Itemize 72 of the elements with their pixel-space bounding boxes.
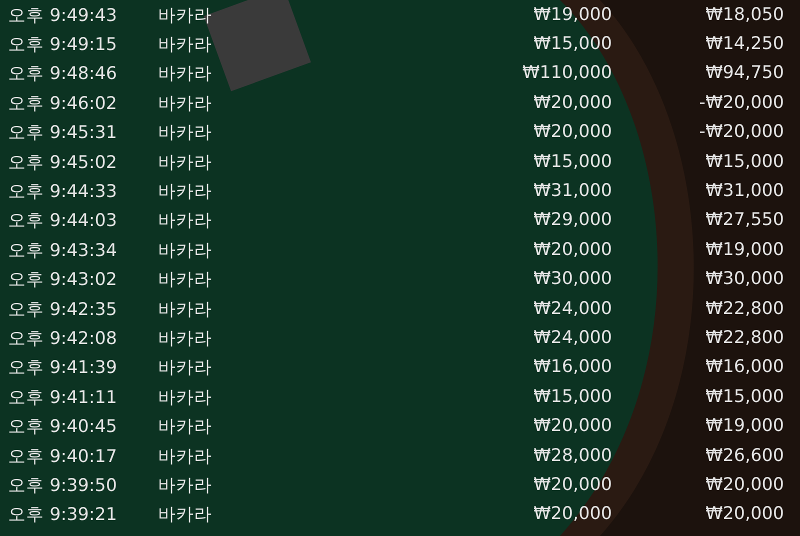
game-name-text: 바카라 <box>158 34 213 56</box>
payout-amount-text: ₩15,000 <box>704 386 784 407</box>
bet-amount-text: ₩20,000 <box>532 240 612 260</box>
game-name-text: 바카라 <box>158 298 213 321</box>
bet-amount-text: ₩30,000 <box>532 269 612 290</box>
game-name-text: 바카라 <box>158 240 213 262</box>
bet-amount-text: ₩20,000 <box>532 92 612 113</box>
payout-amount-text: ₩19,000 <box>704 240 784 260</box>
game-name-text: 바카라 <box>158 122 213 144</box>
bet-amount-text: ₩20,000 <box>532 474 612 495</box>
bet-amount-text: ₩28,000 <box>532 446 612 466</box>
time-text: 오후 9:43:02 <box>8 269 118 292</box>
game-name-text: 바카라 <box>158 386 213 409</box>
payout-amount-text: ₩16,000 <box>704 357 784 378</box>
time-text: 오후 9:49:43 <box>8 4 118 27</box>
payout-amount-text: ₩19,000 <box>704 416 784 436</box>
time-text: 오후 9:44:03 <box>8 210 118 232</box>
time-text: 오후 9:49:15 <box>8 34 118 56</box>
payout-amount-text: ₩31,000 <box>704 181 784 202</box>
payout-amount-text: ₩14,250 <box>704 34 784 54</box>
bet-amount-text: ₩20,000 <box>532 122 612 142</box>
payout-amount-text: ₩30,000 <box>704 269 784 290</box>
time-text: 오후 9:45:02 <box>8 152 118 174</box>
bet-amount-text: ₩29,000 <box>532 210 612 230</box>
game-name-text: 바카라 <box>158 92 213 115</box>
game-name-text: 바카라 <box>158 357 213 380</box>
game-name-text: 바카라 <box>158 416 213 438</box>
game-name-text: 바카라 <box>158 446 213 468</box>
bet-amount-text: ₩19,000 <box>532 4 612 25</box>
time-text: 오후 9:42:08 <box>8 328 118 350</box>
time-text: 오후 9:39:21 <box>8 504 118 526</box>
bet-amount-text: ₩20,000 <box>532 504 612 524</box>
time-text: 오후 9:40:17 <box>8 446 118 468</box>
time-text: 오후 9:42:35 <box>8 298 118 321</box>
time-text: 오후 9:40:45 <box>8 416 118 438</box>
bet-amount-text: ₩15,000 <box>532 34 612 54</box>
payout-amount-text: -₩20,000 <box>698 122 784 142</box>
payout-amount-text: ₩27,550 <box>704 210 784 230</box>
game-name-text: 바카라 <box>158 181 213 204</box>
game-name-text: 바카라 <box>158 152 213 174</box>
time-text: 오후 9:48:46 <box>8 63 118 86</box>
bet-amount-text: ₩15,000 <box>532 386 612 407</box>
game-name-text: 바카라 <box>158 328 213 350</box>
game-name-text: 바카라 <box>158 210 213 232</box>
time-text: 오후 9:44:33 <box>8 181 118 204</box>
payout-amount-text: ₩18,050 <box>704 4 784 25</box>
bet-amount-text: ₩20,000 <box>532 416 612 436</box>
time-text: 오후 9:41:11 <box>8 386 118 409</box>
game-name-text: 바카라 <box>158 504 213 526</box>
time-text: 오후 9:46:02 <box>8 92 118 115</box>
bet-amount-text: ₩16,000 <box>532 357 612 378</box>
bet-amount-text: ₩24,000 <box>532 298 612 319</box>
bet-amount-text: ₩15,000 <box>532 152 612 172</box>
payout-amount-text: ₩20,000 <box>704 504 784 524</box>
payout-amount-text: ₩26,600 <box>704 446 784 466</box>
bet-amount-text: ₩31,000 <box>532 181 612 202</box>
game-name-text: 바카라 <box>158 269 213 292</box>
game-name-text: 바카라 <box>158 63 213 86</box>
bet-amount-text: ₩110,000 <box>521 63 612 84</box>
game-name-text: 바카라 <box>158 4 213 27</box>
payout-amount-text: ₩15,000 <box>704 152 784 172</box>
payout-amount-text: ₩94,750 <box>704 63 784 84</box>
payout-amount-text: ₩20,000 <box>704 474 784 495</box>
game-name-text: 바카라 <box>158 474 213 497</box>
payout-amount-text: ₩22,800 <box>704 328 784 348</box>
payout-amount-text: -₩20,000 <box>698 92 784 113</box>
time-text: 오후 9:43:34 <box>8 240 118 262</box>
bet-amount-text: ₩24,000 <box>532 328 612 348</box>
time-text: 오후 9:45:31 <box>8 122 118 144</box>
payout-amount-text: ₩22,800 <box>704 298 784 319</box>
time-text: 오후 9:39:50 <box>8 474 118 497</box>
time-text: 오후 9:41:39 <box>8 357 118 380</box>
